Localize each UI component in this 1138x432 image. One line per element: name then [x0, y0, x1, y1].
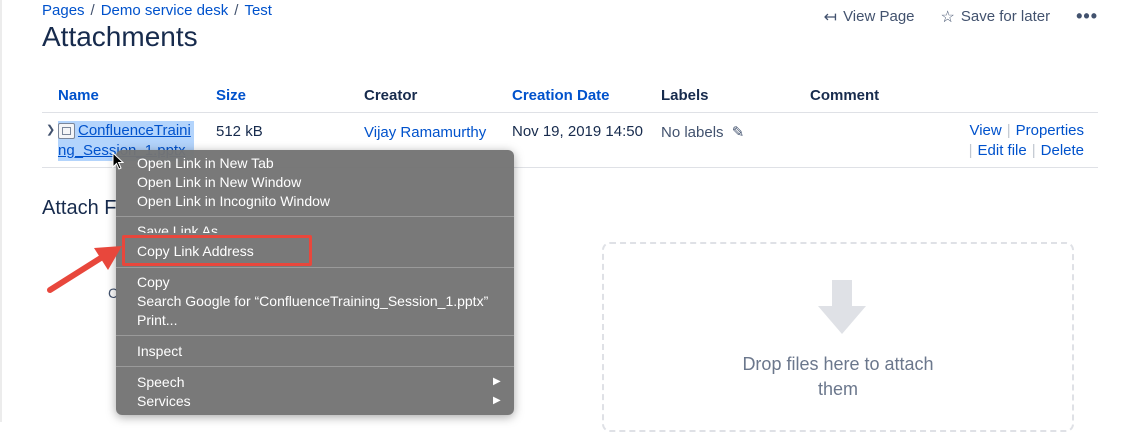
page-actions: ↤ View Page ☆ Save for later ••• [798, 6, 1098, 27]
page-left-border [0, 0, 2, 422]
save-for-later-label: Save for later [960, 8, 1051, 25]
menu-item-print[interactable]: Print... [137, 311, 177, 329]
speech-label: Speech [137, 374, 185, 390]
services-label: Services [137, 393, 191, 409]
star-icon: ☆ [940, 8, 955, 26]
menu-item-save-link-as[interactable]: Save Link As... [137, 222, 230, 233]
breadcrumb-pages[interactable]: Pages [42, 2, 85, 19]
breadcrumb-separator: / [90, 2, 95, 19]
menu-item-open-incognito[interactable]: Open Link in Incognito Window [137, 192, 330, 210]
menu-separator [116, 267, 514, 268]
annotation-arrow-icon [47, 246, 122, 293]
view-page-button[interactable]: ↤ View Page [824, 7, 915, 27]
attachment-creation-date: Nov 19, 2019 14:50 [512, 123, 643, 140]
breadcrumb-separator: / [234, 2, 239, 19]
expand-chevron-icon[interactable]: ❯ [46, 123, 55, 136]
submenu-arrow-icon: ▶ [493, 376, 501, 387]
breadcrumb-test[interactable]: Test [244, 2, 272, 19]
menu-separator [116, 216, 514, 217]
file-icon [58, 123, 75, 139]
menu-item-copy[interactable]: Copy [137, 273, 170, 291]
save-for-later-button[interactable]: ☆ Save for later [941, 7, 1051, 27]
header-size[interactable]: Size [216, 87, 246, 104]
more-icon: ••• [1076, 6, 1098, 26]
header-creation-date[interactable]: Creation Date [512, 87, 610, 104]
menu-item-speech[interactable]: Speech ▶ [137, 373, 501, 391]
menu-separator [116, 335, 514, 336]
table-header: Name Size Creator Creation Date Labels C… [42, 82, 1098, 113]
delete-action-link[interactable]: Delete [1041, 142, 1084, 159]
attachment-labels: No labels ✎ [661, 123, 744, 141]
drop-zone-text: Drop files here to attach them [604, 352, 1072, 402]
submenu-arrow-icon: ▶ [493, 395, 501, 406]
attachment-size: 512 kB [216, 123, 263, 140]
labels-text: No labels [661, 124, 724, 141]
down-arrow-icon [818, 280, 866, 334]
properties-action-link[interactable]: Properties [1016, 122, 1084, 139]
menu-item-open-new-window[interactable]: Open Link in New Window [137, 173, 301, 191]
menu-item-search-google[interactable]: Search Google for “ConfluenceTraining_Se… [137, 292, 488, 310]
action-separator: | [1031, 142, 1036, 159]
menu-item-open-new-tab[interactable]: Open Link in New Tab [137, 154, 274, 172]
more-actions-button[interactable]: ••• [1076, 6, 1098, 27]
action-separator: | [968, 142, 973, 159]
file-drop-zone[interactable]: Drop files here to attach them [602, 242, 1074, 432]
edit-file-action-link[interactable]: Edit file [978, 142, 1027, 159]
attach-files-heading: Attach F [42, 197, 117, 219]
menu-separator [116, 366, 514, 367]
view-page-label: View Page [843, 8, 915, 25]
header-comment: Comment [810, 87, 880, 104]
pencil-edit-icon[interactable]: ✎ [732, 124, 745, 141]
breadcrumb: Pages / Demo service desk / Test [42, 2, 272, 19]
header-name[interactable]: Name [58, 87, 99, 104]
back-arrow-icon: ↤ [823, 8, 838, 26]
header-creator: Creator [364, 87, 418, 104]
view-action-link[interactable]: View [969, 122, 1001, 139]
mouse-cursor-icon [112, 152, 124, 170]
row-actions: View | Properties | Edit file | Delete [957, 121, 1084, 161]
attachment-creator-link[interactable]: Vijay Ramamurthy [Appfire] [364, 123, 494, 143]
menu-item-inspect[interactable]: Inspect [137, 342, 182, 360]
menu-item-services[interactable]: Services ▶ [137, 392, 501, 410]
drop-zone-label: Drop files here to attach them [742, 354, 934, 399]
breadcrumb-demo-service-desk[interactable]: Demo service desk [101, 2, 229, 19]
context-menu: Open Link in New Tab Open Link in New Wi… [116, 150, 514, 415]
action-separator: | [1006, 122, 1011, 139]
page-title: Attachments [42, 21, 198, 52]
header-labels: Labels [661, 87, 709, 104]
annotation-highlight-box [122, 235, 312, 266]
